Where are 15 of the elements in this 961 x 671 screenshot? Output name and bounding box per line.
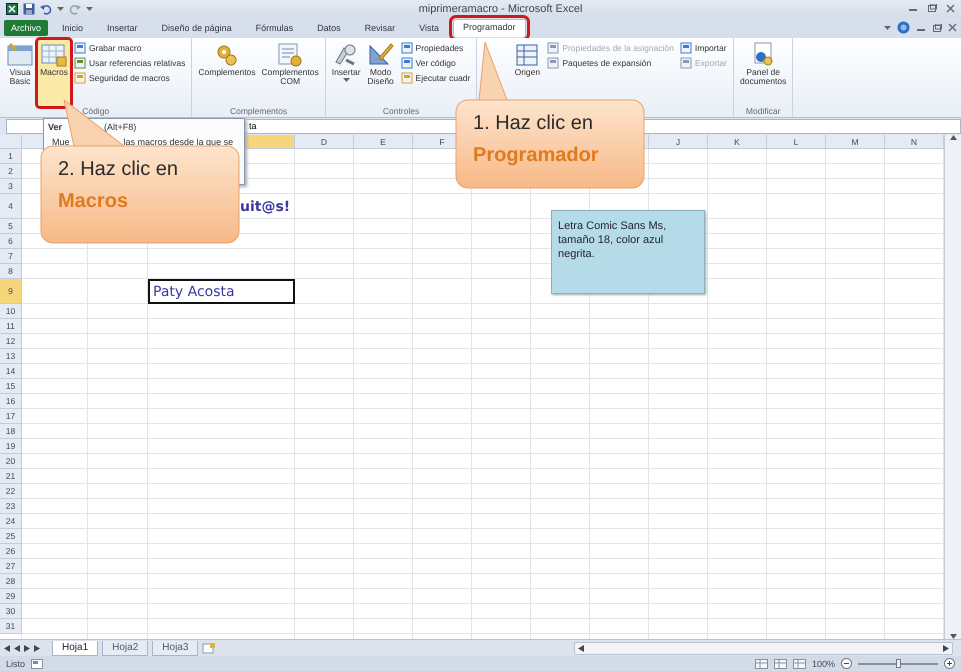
callout-highlight: Programador bbox=[473, 144, 599, 167]
tooltip-text: Mue bbox=[52, 137, 70, 147]
callout-text: 2. Haz clic en bbox=[58, 158, 178, 181]
text-box: Letra Comic Sans Ms, tamaño 18, color azul negrita. bbox=[551, 210, 705, 294]
tooltip-shortcut: (Alt+F8) bbox=[104, 122, 136, 132]
callout-text: 1. Haz clic en bbox=[473, 112, 594, 135]
status-text: Listo bbox=[6, 658, 26, 669]
tooltip-title: Ver bbox=[48, 122, 62, 132]
group-label: Modificar bbox=[744, 106, 782, 116]
tooltip-text: las macros desde la que se bbox=[124, 137, 234, 147]
window-title: miprimeramacro - Microsoft Excel bbox=[418, 2, 584, 15]
group-label: Complementos bbox=[228, 106, 288, 116]
group-label: Código bbox=[81, 106, 110, 116]
callout-highlight: Macros bbox=[58, 190, 130, 213]
group-label: Controles bbox=[382, 106, 420, 116]
